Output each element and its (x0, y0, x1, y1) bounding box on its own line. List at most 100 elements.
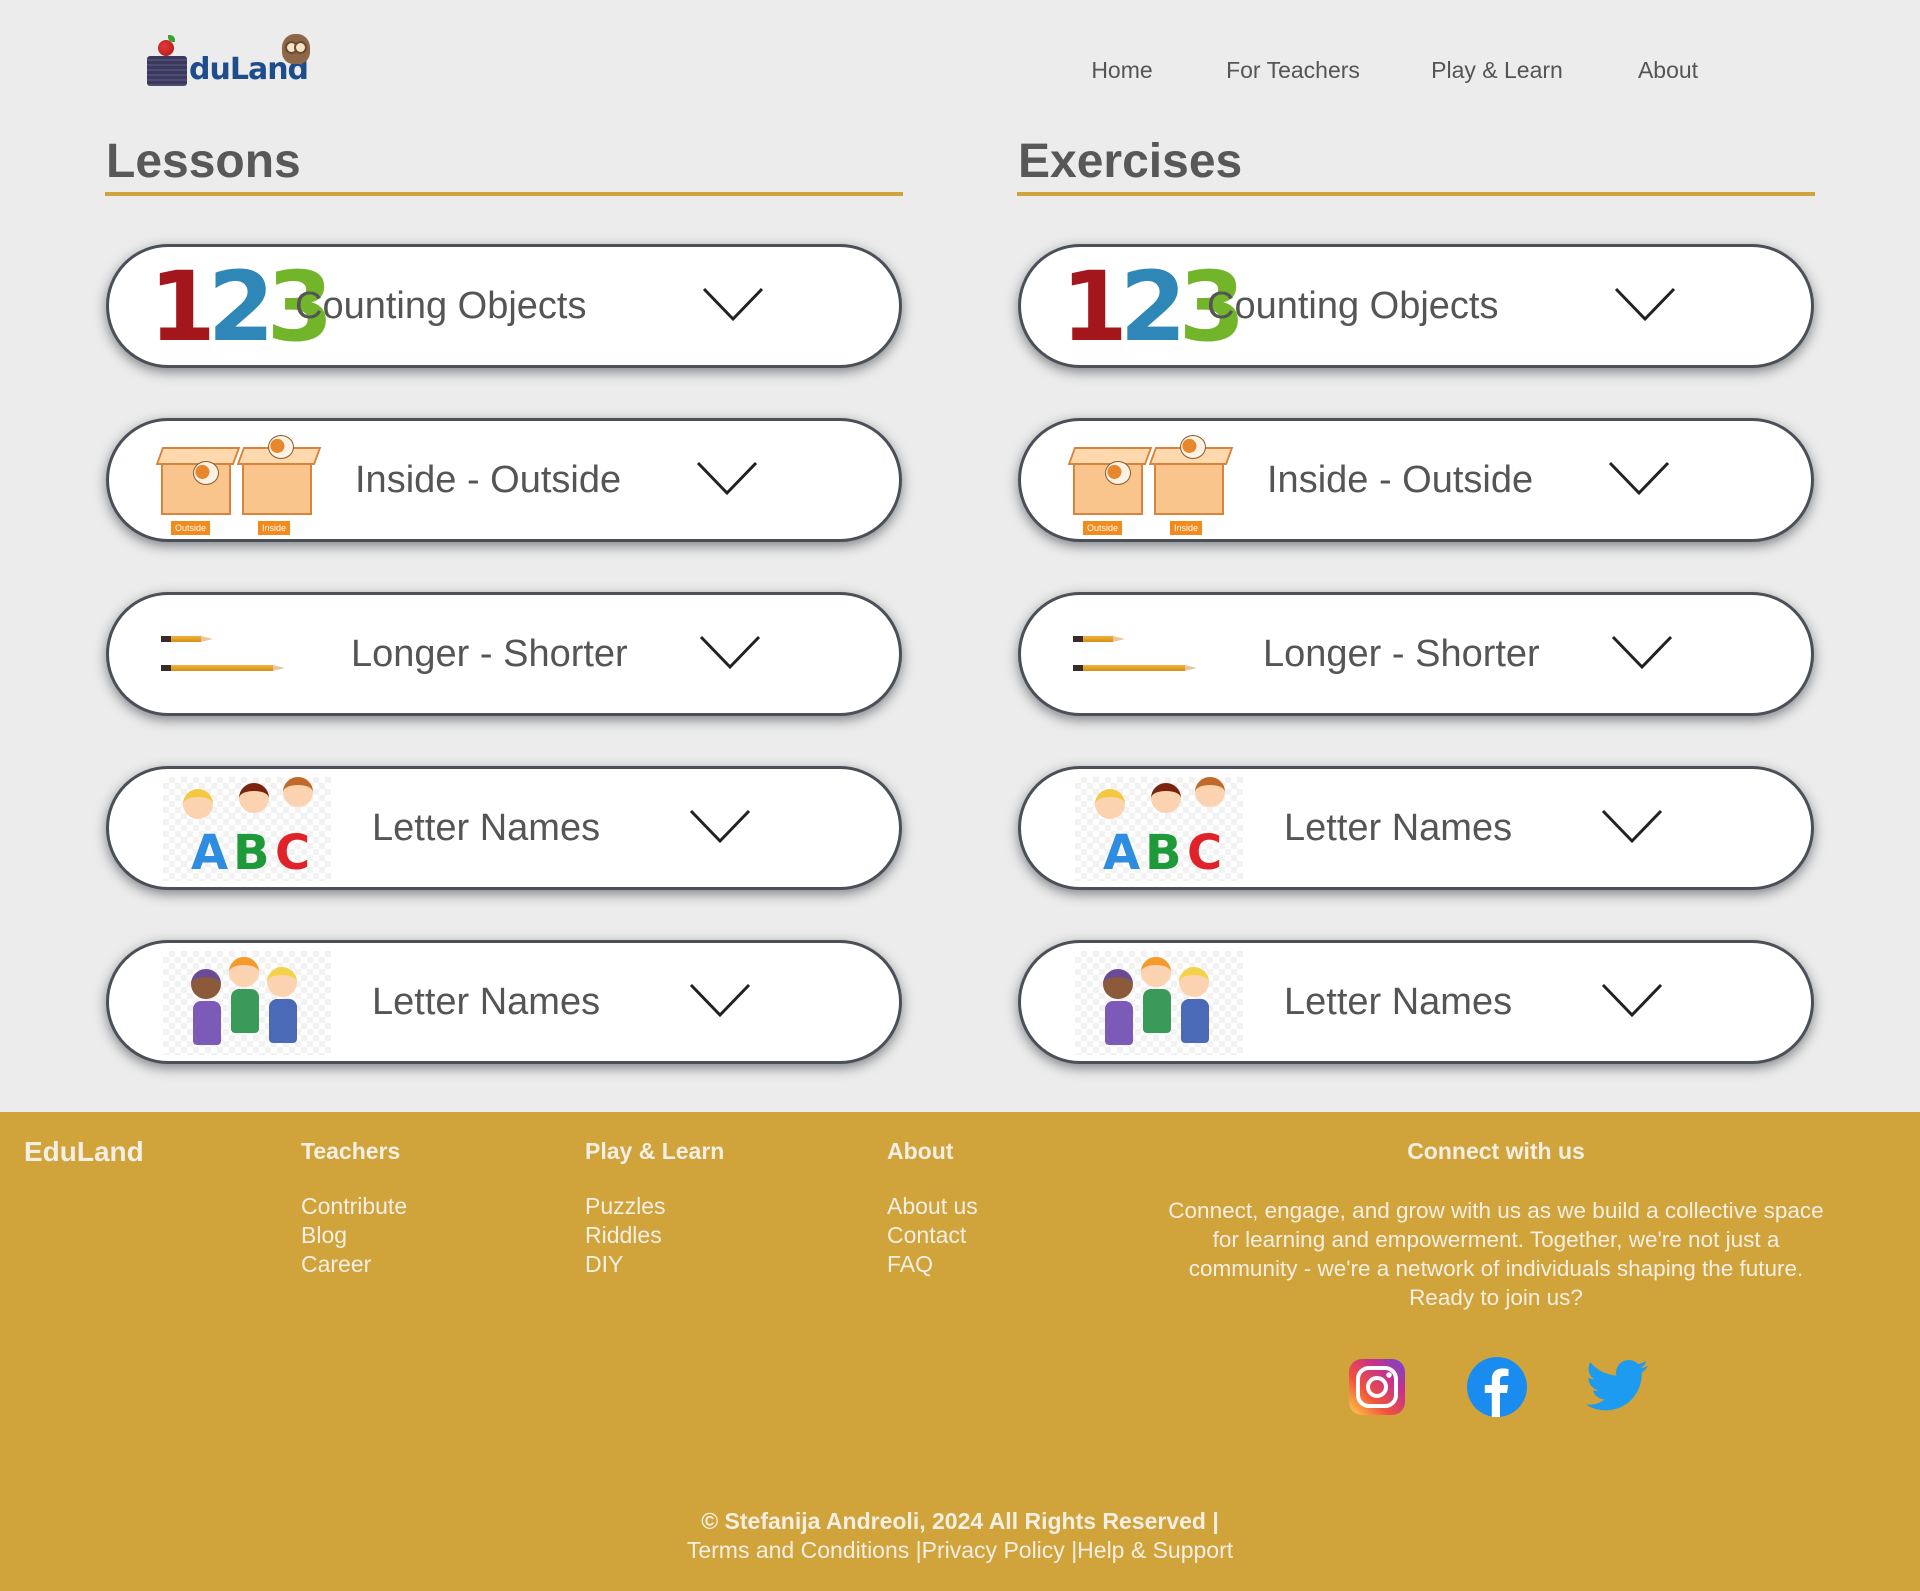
facebook-icon[interactable] (1467, 1357, 1527, 1417)
kid-head-icon (283, 777, 313, 807)
apple-icon (158, 40, 174, 56)
footer-link-riddles[interactable]: Riddles (585, 1222, 662, 1248)
exercises-section: Exercises 123 Counting Objects Outside In… (1017, 134, 1815, 1064)
letter-block: B (1145, 825, 1182, 881)
nav-play-learn[interactable]: Play & Learn (1431, 57, 1563, 84)
chevron-down-icon[interactable] (1600, 807, 1664, 847)
chevron-down-icon[interactable] (1607, 459, 1671, 499)
kid-body-icon (231, 989, 259, 1033)
connect-section: Connect with us Connect, engage, and gro… (1160, 1136, 1832, 1312)
instagram-icon[interactable] (1349, 1359, 1405, 1415)
footer-link-faq[interactable]: FAQ (887, 1251, 933, 1277)
chevron-down-icon[interactable] (1613, 285, 1677, 325)
thumb-tag: Outside (1083, 521, 1123, 535)
cat-icon (193, 461, 219, 485)
nav-for-teachers[interactable]: For Teachers (1226, 57, 1360, 84)
lessons-title-underline (105, 192, 903, 196)
chevron-down-icon[interactable] (688, 807, 752, 847)
site-footer: EduLand Teachers Contribute Blog Career … (0, 1112, 1920, 1591)
digit-2: 2 (1119, 251, 1187, 363)
chevron-down-icon[interactable] (698, 633, 762, 673)
lessons-card-5[interactable]: Letter Names (106, 940, 902, 1064)
digit-2: 2 (207, 251, 275, 363)
thumb-tag: Outside (171, 521, 211, 535)
footer-heading-about: About (887, 1138, 954, 1164)
terms-link[interactable]: Terms and Conditions (687, 1537, 909, 1563)
privacy-link[interactable]: |Privacy Policy (916, 1537, 1065, 1563)
chevron-down-icon[interactable] (695, 459, 759, 499)
digit-1: 1 (149, 251, 216, 363)
letter-block: A (191, 825, 229, 881)
kids-abc-image: ABC (163, 777, 331, 881)
card-label: Letter Names (372, 981, 601, 1023)
box-icon (1154, 459, 1224, 515)
leaf-icon (168, 35, 175, 42)
box-icon (242, 459, 312, 515)
footer-brand[interactable]: EduLand (24, 1136, 144, 1168)
card-label: Longer - Shorter (351, 633, 628, 675)
footer-col-about: About About us Contact FAQ (887, 1136, 978, 1279)
nav-home[interactable]: Home (1091, 57, 1152, 84)
card-label: Inside - Outside (1267, 459, 1534, 501)
kid-head-icon (239, 783, 269, 813)
exercises-card-5[interactable]: Letter Names (1018, 940, 1814, 1064)
footer-link-contribute[interactable]: Contribute (301, 1193, 407, 1219)
footer-heading-teachers: Teachers (301, 1138, 401, 1164)
footer-link-contact[interactable]: Contact (887, 1222, 966, 1248)
connect-heading: Connect with us (1407, 1138, 1585, 1164)
thumb-tag: Inside (258, 521, 291, 535)
card-label: Inside - Outside (355, 459, 622, 501)
card-label: Letter Names (372, 807, 601, 849)
lessons-card-2[interactable]: Outside Inside Inside - Outside (106, 418, 902, 542)
footer-col-play-learn: Play & Learn Puzzles Riddles DIY (585, 1136, 724, 1279)
kid-head-icon (229, 957, 259, 987)
footer-link-puzzles[interactable]: Puzzles (585, 1193, 666, 1219)
copyright-text: © Stefanija Andreoli, 2024 All Rights Re… (701, 1508, 1219, 1534)
kid-head-icon (191, 969, 221, 999)
kid-head-icon (1195, 777, 1225, 807)
pencil-icon (161, 665, 285, 671)
kid-head-icon (267, 967, 297, 997)
kid-body-icon (1181, 999, 1209, 1043)
numbers-123-image: 123 (1061, 251, 1245, 363)
main-nav: Home For Teachers Play & Learn About (0, 57, 1920, 87)
lessons-card-4[interactable]: ABC Letter Names (106, 766, 902, 890)
footer-link-career[interactable]: Career (301, 1251, 371, 1277)
footer-link-diy[interactable]: DIY (585, 1251, 623, 1277)
kids-reading-image (163, 951, 331, 1055)
letter-block: A (1103, 825, 1141, 881)
footer-heading-play-learn: Play & Learn (585, 1138, 725, 1164)
help-support-link[interactable]: |Help & Support (1071, 1537, 1233, 1563)
lessons-title: Lessons (106, 135, 301, 188)
lessons-card-1[interactable]: 123 Counting Objects (106, 244, 902, 368)
lessons-card-3[interactable]: Longer - Shorter (106, 592, 902, 716)
card-label: Counting Objects (295, 285, 587, 327)
exercises-card-1[interactable]: 123 Counting Objects (1018, 244, 1814, 368)
card-label: Longer - Shorter (1263, 633, 1540, 675)
footer-link-blog[interactable]: Blog (301, 1222, 347, 1248)
cats-in-boxes-image: Outside Inside (153, 431, 323, 535)
chevron-down-icon[interactable] (1600, 981, 1664, 1021)
exercises-card-3[interactable]: Longer - Shorter (1018, 592, 1814, 716)
kid-head-icon (1103, 969, 1133, 999)
exercises-card-2[interactable]: Outside Inside Inside - Outside (1018, 418, 1814, 542)
chevron-down-icon[interactable] (701, 285, 765, 325)
kid-head-icon (183, 789, 213, 819)
chevron-down-icon[interactable] (688, 981, 752, 1021)
footer-col-teachers: Teachers Contribute Blog Career (301, 1136, 407, 1279)
kid-body-icon (269, 999, 297, 1043)
lessons-section: Lessons 123 Counting Objects Outside Insi… (105, 134, 903, 1064)
twitter-icon[interactable] (1586, 1359, 1650, 1415)
kid-body-icon (1143, 989, 1171, 1033)
cats-in-boxes-image: Outside Inside (1065, 431, 1235, 535)
pencils-image (153, 605, 323, 703)
footer-link-about-us[interactable]: About us (887, 1193, 978, 1219)
chevron-down-icon[interactable] (1610, 633, 1674, 673)
cat-icon (1105, 461, 1131, 485)
thumb-tag: Inside (1170, 521, 1203, 535)
cat-icon (268, 435, 294, 459)
pencils-image (1065, 605, 1235, 703)
exercises-card-4[interactable]: ABC Letter Names (1018, 766, 1814, 890)
nav-about[interactable]: About (1638, 57, 1698, 84)
kid-head-icon (1141, 957, 1171, 987)
